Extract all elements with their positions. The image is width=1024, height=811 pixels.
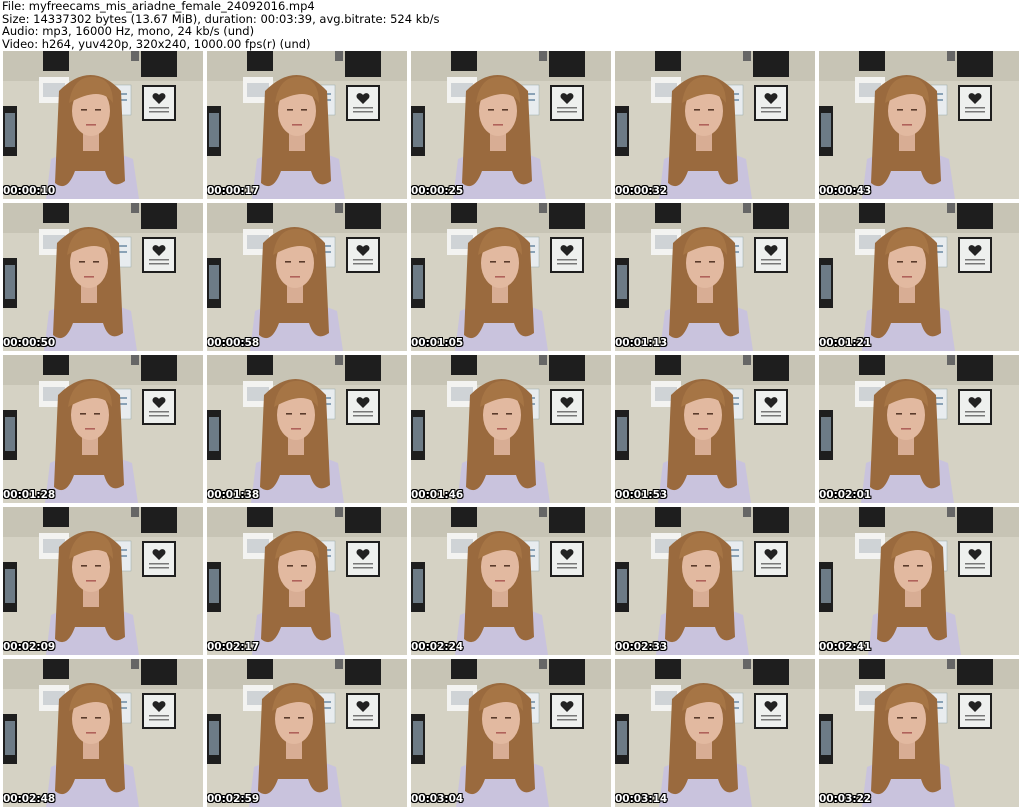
thumbnail-timestamp: 00:03:22 [819,793,872,805]
video-thumbnail: 00:01:53 [615,355,815,503]
video-thumbnail: 00:00:43 [819,51,1019,199]
video-thumbnail: 00:03:22 [819,659,1019,807]
thumbnail-timestamp: 00:02:01 [819,489,872,501]
video-thumbnail: 00:03:04 [411,659,611,807]
video-thumbnail: 00:01:28 [3,355,203,503]
thumbnail-timestamp: 00:00:25 [411,185,464,197]
video-thumbnail: 00:02:33 [615,507,815,655]
thumbnail-timestamp: 00:00:10 [3,185,56,197]
video-thumbnail: 00:01:05 [411,203,611,351]
video-thumbnail: 00:00:32 [615,51,815,199]
video-thumbnail: 00:00:10 [3,51,203,199]
thumbnail-timestamp: 00:01:21 [819,337,872,349]
thumbnail-timestamp: 00:01:05 [411,337,464,349]
audio-info-line: Audio: mp3, 16000 Hz, mono, 24 kb/s (und… [2,24,255,38]
thumbnail-timestamp: 00:01:13 [615,337,668,349]
video-thumbnail: 00:02:24 [411,507,611,655]
video-thumbnail: 00:00:58 [207,203,407,351]
video-thumbnail: 00:00:17 [207,51,407,199]
video-thumbnail: 00:02:01 [819,355,1019,503]
video-thumbnail: 00:02:48 [3,659,203,807]
thumbnail-timestamp: 00:02:33 [615,641,668,653]
thumbnail-timestamp: 00:02:41 [819,641,872,653]
thumbnail-timestamp: 00:00:50 [3,337,56,349]
thumbnail-timestamp: 00:02:17 [207,641,260,653]
thumbnail-timestamp: 00:01:46 [411,489,464,501]
thumbnail-timestamp: 00:02:09 [3,641,56,653]
video-info-line: Video: h264, yuv420p, 320x240, 1000.00 f… [2,36,311,51]
thumbnail-timestamp: 00:00:17 [207,185,260,197]
video-thumbnail: 00:01:46 [411,355,611,503]
video-thumbnail: 00:01:21 [819,203,1019,351]
video-thumbnail: 00:02:59 [207,659,407,807]
thumbnail-timestamp: 00:03:14 [615,793,668,805]
file-name-line: File: myfreecams_mis_ariadne_female_2409… [2,0,315,13]
thumbnail-timestamp: 00:00:43 [819,185,872,197]
thumbnail-timestamp: 00:01:28 [3,489,56,501]
video-thumbnail: 00:02:09 [3,507,203,655]
thumbnail-timestamp: 00:00:58 [207,337,260,349]
thumbnail-timestamp: 00:02:48 [3,793,56,805]
video-thumbnail: 00:03:14 [615,659,815,807]
video-thumbnail: 00:00:25 [411,51,611,199]
thumbnail-timestamp: 00:00:32 [615,185,668,197]
video-thumbnail: 00:02:41 [819,507,1019,655]
thumbnail-timestamp: 00:03:04 [411,793,464,805]
thumbnail-timestamp: 00:01:53 [615,489,668,501]
thumbnail-timestamp: 00:01:38 [207,489,260,501]
thumbnail-timestamp: 00:02:24 [411,641,464,653]
video-thumbnail: 00:01:13 [615,203,815,351]
thumbnail-timestamp: 00:02:59 [207,793,260,805]
file-info-header: File: myfreecams_mis_ariadne_female_2409… [2,0,1022,50]
video-thumbnail: 00:02:17 [207,507,407,655]
video-thumbnail: 00:01:38 [207,355,407,503]
video-thumbnail: 00:00:50 [3,203,203,351]
thumbnail-grid: 00:00:10 00:00:17 00:00:25 00:00:32 00:0… [3,51,1022,810]
